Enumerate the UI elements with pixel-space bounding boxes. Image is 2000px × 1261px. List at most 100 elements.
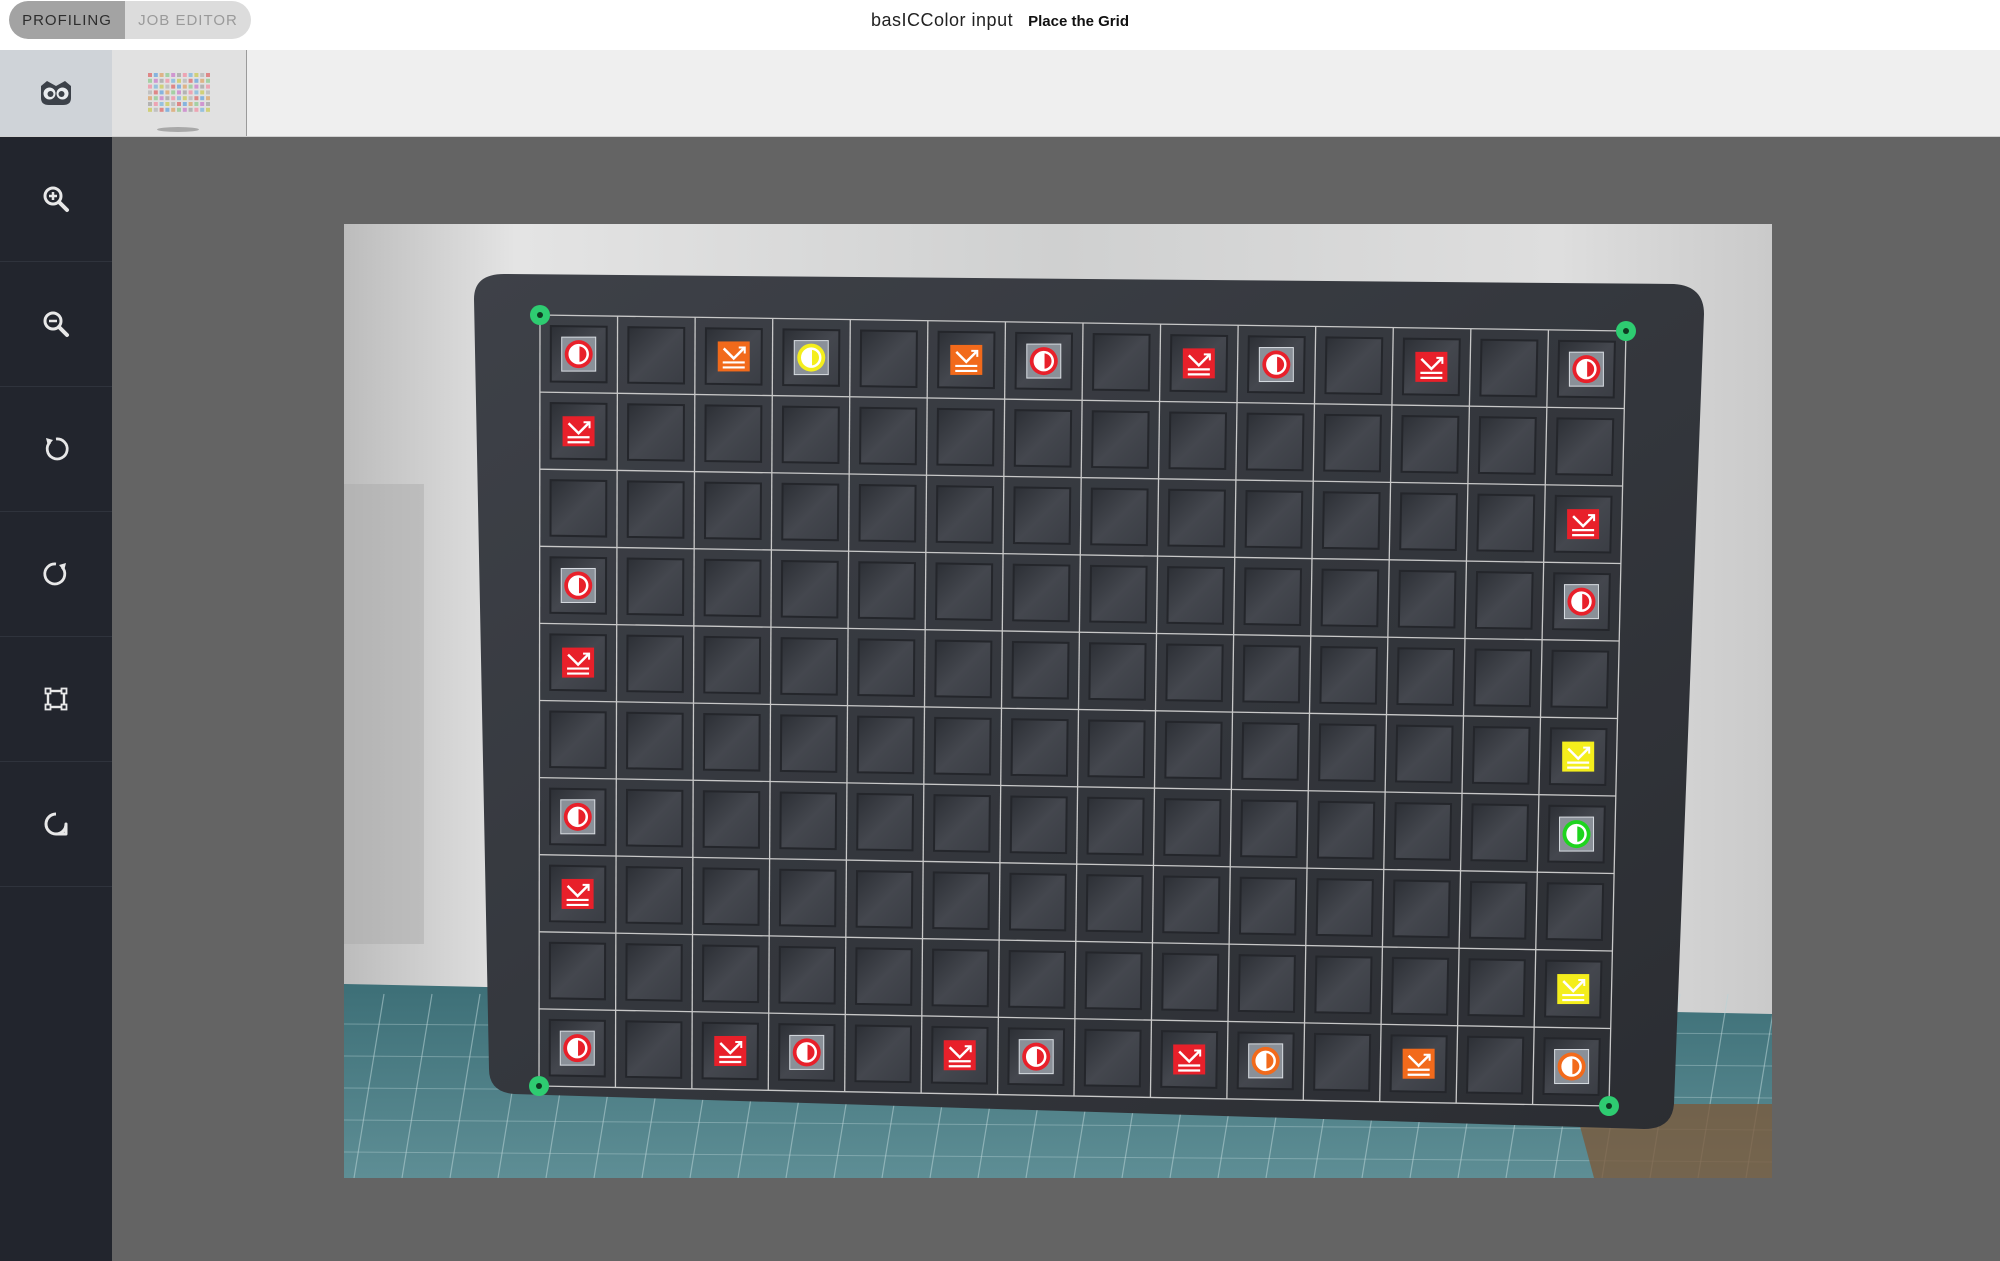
- fit-frame-icon: [44, 687, 68, 711]
- patch-well: [627, 403, 685, 462]
- patch-well: [1013, 409, 1073, 468]
- patch-well: [1008, 950, 1066, 1009]
- patch-well: [1086, 796, 1145, 856]
- chart-photo-graphic[interactable]: [344, 224, 1772, 1178]
- thumb-patch: [159, 73, 164, 77]
- patch-well: [1313, 1032, 1372, 1092]
- patch-well: [1090, 487, 1149, 547]
- thumb-patch: [153, 107, 158, 112]
- reset-view-icon: [44, 812, 68, 836]
- thumb-patch: [153, 96, 158, 101]
- patch-well: [1166, 566, 1225, 625]
- thumb-patch: [153, 102, 158, 106]
- patch-well: [1084, 951, 1143, 1011]
- thumb-patch: [206, 107, 210, 112]
- thumb-patch: [200, 84, 205, 89]
- circle-marker-icon: [1568, 351, 1604, 387]
- circle-marker-icon: [1258, 347, 1294, 383]
- patch-well: [857, 561, 916, 620]
- patch-well: [1165, 643, 1224, 703]
- patch-well: [625, 788, 684, 848]
- patch-well: [934, 639, 993, 699]
- patch-well: [1012, 486, 1072, 545]
- patch-well: [704, 404, 763, 463]
- corner-handle[interactable]: [1616, 321, 1636, 341]
- thumb-patch: [171, 73, 176, 77]
- thumb-patch: [148, 107, 152, 112]
- reset-view-button[interactable]: [0, 762, 112, 887]
- app-name: basICColor input: [871, 10, 1014, 30]
- wall-shadow: [344, 484, 424, 944]
- patch-well: [1470, 803, 1529, 863]
- thumb-patch: [177, 84, 181, 89]
- arrow-marker-icon: [950, 344, 983, 375]
- patch-well: [1474, 571, 1534, 630]
- thumb-patch: [182, 90, 187, 95]
- rotate-right-button[interactable]: [0, 512, 112, 637]
- thumb-patch: [148, 102, 152, 106]
- patch-well: [1550, 649, 1610, 709]
- patch-well: [1085, 874, 1144, 933]
- tab-reference-chart[interactable]: [112, 50, 247, 136]
- arrow-marker-icon: [714, 1035, 747, 1066]
- thumb-patch: [200, 73, 205, 77]
- thumb-patch: [148, 78, 152, 83]
- circle-marker-icon: [793, 340, 829, 376]
- patch-well: [1467, 958, 1526, 1018]
- thumb-patch: [182, 107, 187, 112]
- thumb-patch: [159, 78, 164, 83]
- thumb-patch: [177, 107, 181, 112]
- patch-well: [781, 482, 840, 542]
- window-title: basICColor input Place the Grid: [0, 10, 2000, 31]
- patch-well: [935, 562, 994, 621]
- patch-well: [1012, 563, 1071, 623]
- thumb-patch: [177, 102, 181, 106]
- patch-well: [1477, 416, 1537, 475]
- zoom-in-button[interactable]: [0, 137, 112, 262]
- thumb-patch: [182, 78, 187, 83]
- thumb-patch: [188, 96, 193, 101]
- zoom-out-button[interactable]: [0, 262, 112, 387]
- patch-well: [1323, 413, 1382, 473]
- thumb-patch: [200, 96, 205, 101]
- tab-shadow: [157, 127, 199, 132]
- tool-sidebar: [0, 137, 112, 1261]
- patch-well: [1089, 564, 1148, 624]
- tab-camera-image[interactable]: [0, 50, 112, 136]
- patch-well: [1244, 489, 1304, 549]
- patch-well: [1469, 880, 1528, 940]
- fit-frame-button[interactable]: [0, 637, 112, 762]
- thumb-patch: [165, 84, 170, 89]
- patch-well: [779, 714, 838, 773]
- rotate-left-button[interactable]: [0, 387, 112, 512]
- patch-well: [859, 406, 918, 466]
- circle-marker-icon: [559, 1030, 595, 1066]
- patch-well: [1245, 412, 1305, 472]
- thumb-patch: [148, 96, 152, 101]
- patch-well: [1321, 491, 1381, 550]
- patch-well: [1555, 417, 1615, 476]
- thumb-patch: [200, 90, 205, 95]
- corner-handle[interactable]: [1599, 1096, 1619, 1116]
- patch-well: [1397, 569, 1457, 629]
- thumb-patch: [188, 107, 193, 112]
- patch-well: [703, 558, 762, 618]
- patch-well: [703, 635, 762, 695]
- patch-well: [1163, 798, 1222, 857]
- corner-handle[interactable]: [530, 305, 550, 325]
- patch-well: [1240, 799, 1299, 859]
- patch-well: [1395, 724, 1454, 784]
- patch-well: [1324, 336, 1384, 395]
- patch-well: [1466, 1035, 1525, 1095]
- patch-well: [626, 711, 684, 771]
- camera-photo[interactable]: [344, 224, 1772, 1178]
- thumb-patch: [194, 102, 199, 106]
- thumb-patch: [182, 96, 187, 101]
- arrow-marker-icon: [943, 1040, 976, 1071]
- owl-icon: [41, 81, 71, 105]
- corner-handle[interactable]: [529, 1076, 549, 1096]
- rotate-right-icon: [43, 562, 67, 586]
- patch-well: [1473, 648, 1533, 708]
- thumb-patch: [165, 90, 170, 95]
- patch-well: [549, 710, 607, 769]
